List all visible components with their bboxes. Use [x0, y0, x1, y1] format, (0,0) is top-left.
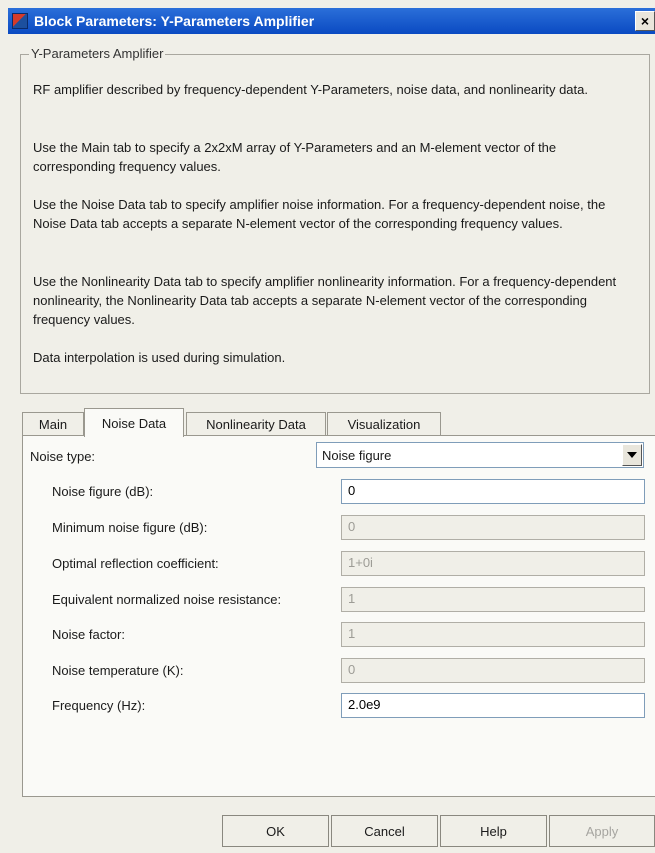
noise-type-value: Noise figure [322, 447, 392, 463]
description-paragraph: Use the Noise Data tab to specify amplif… [33, 197, 606, 231]
apply-button: Apply [549, 815, 655, 847]
noise-figure-field[interactable]: 0 [341, 479, 645, 504]
ok-button[interactable]: OK [222, 815, 329, 847]
app-icon [12, 13, 28, 29]
noise-temperature-label: Noise temperature (K): [52, 663, 184, 678]
tab-noise-data[interactable]: Noise Data [84, 408, 184, 437]
description-paragraph: Use the Main tab to specify a 2x2xM arra… [33, 140, 557, 174]
description-paragraph: Use the Nonlinearity Data tab to specify… [33, 274, 617, 327]
tab-nonlinearity-data[interactable]: Nonlinearity Data [186, 412, 326, 436]
noise-type-label: Noise type: [30, 449, 96, 464]
title-bar: Block Parameters: Y-Parameters Amplifier… [8, 8, 655, 34]
noise-type-select[interactable]: Noise figure [316, 442, 644, 468]
min-noise-figure-label: Minimum noise figure (dB): [52, 520, 208, 535]
min-noise-figure-field: 0 [341, 515, 645, 540]
frequency-label: Frequency (Hz): [52, 698, 146, 713]
noise-resistance-field: 1 [341, 587, 645, 612]
noise-factor-label: Noise factor: [52, 627, 125, 642]
group-legend: Y-Parameters Amplifier [29, 46, 166, 61]
description-paragraph: RF amplifier described by frequency-depe… [33, 82, 588, 97]
help-button[interactable]: Help [440, 815, 547, 847]
tab-main[interactable]: Main [22, 412, 84, 436]
frequency-field[interactable]: 2.0e9 [341, 693, 645, 718]
window-title: Block Parameters: Y-Parameters Amplifier [34, 13, 315, 29]
chevron-down-icon[interactable] [622, 444, 642, 466]
optimal-reflection-label: Optimal reflection coefficient: [52, 556, 219, 571]
noise-temperature-field: 0 [341, 658, 645, 683]
noise-factor-field: 1 [341, 622, 645, 647]
noise-resistance-label: Equivalent normalized noise resistance: [52, 592, 282, 607]
noise-figure-label: Noise figure (dB): [52, 484, 154, 499]
description-paragraph: Data interpolation is used during simula… [33, 350, 286, 365]
tab-visualization[interactable]: Visualization [327, 412, 441, 436]
close-button[interactable]: × [635, 11, 655, 31]
cancel-button[interactable]: Cancel [331, 815, 438, 847]
optimal-reflection-field: 1+0i [341, 551, 645, 576]
